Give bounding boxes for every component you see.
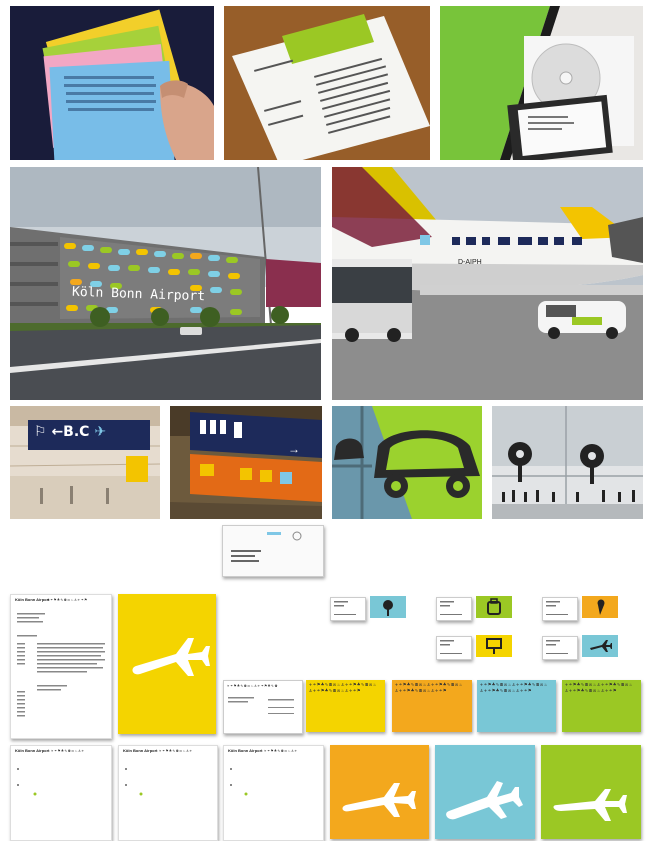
- postcard-icon-row: ✈☂⚑♣✎☎✉♨⚓✈☂⚑♣✎☎✉♨ ⚓✈☂⚑♣✎☎✉♨⚓✈☂⚑: [309, 682, 378, 694]
- tree-icon-sticker: [370, 596, 406, 618]
- photo-terminal-sign: ⚐ ←B.C ✈: [10, 406, 160, 519]
- terminal-sign-text: ⚐ ←B.C ✈: [34, 424, 106, 440]
- yellow-poster: [118, 594, 216, 734]
- photo-glass-car-graphic: [332, 406, 482, 519]
- aircraft-registration: D-AIPH: [458, 259, 482, 266]
- sheet-white-1: Köln Bonn Airport ✈☂⚑♣✎☎✉♨⚓✈: [10, 745, 112, 841]
- postcard-blue: ✈☂⚑♣✎☎✉♨⚓✈☂⚑♣✎☎✉♨ ⚓✈☂⚑♣✎☎✉♨⚓✈☂⚑: [477, 680, 556, 732]
- poster-green: [541, 745, 641, 839]
- photo-wayfinding-panels: →: [170, 406, 322, 519]
- photo-parking-garage-facade: Köln Bonn Airport: [10, 167, 321, 400]
- letterhead: Köln Bonn Airport ✈☂⚑♣✎☎✉♨⚓✈☂⚑: [10, 594, 112, 739]
- sheet-brand: Köln Bonn Airport: [123, 748, 158, 753]
- poster-orange: [330, 745, 429, 839]
- postcard-yellow: ✈☂⚑♣✎☎✉♨⚓✈☂⚑♣✎☎✉♨ ⚓✈☂⚑♣✎☎✉♨⚓✈☂⚑: [306, 680, 385, 732]
- postcard-icon-row: ✈☂⚑♣✎☎✉♨⚓✈☂⚑♣✎☎✉♨ ⚓✈☂⚑♣✎☎✉♨⚓✈☂⚑: [480, 682, 549, 694]
- postcard-white: ✈☂⚑♣✎☎✉♨⚓✈☂⚑♣✎☎: [223, 680, 303, 734]
- postcard-icon-row: ✈☂⚑♣✎☎✉♨⚓✈☂⚑♣✎☎✉♨ ⚓✈☂⚑♣✎☎✉♨⚓✈☂⚑: [565, 682, 634, 694]
- business-card-4: [436, 636, 472, 660]
- business-card-3: [542, 597, 578, 621]
- sheet-brand: Köln Bonn Airport: [228, 748, 263, 753]
- postcard-icon-row: ✈☂⚑♣✎☎✉♨⚓✈☂⚑♣✎☎✉♨ ⚓✈☂⚑♣✎☎✉♨⚓✈☂⚑: [395, 682, 464, 694]
- luggage-icon-sticker: [476, 596, 512, 618]
- plane-icon: [132, 638, 210, 676]
- arrow-right-icon: →: [288, 442, 300, 456]
- sheet-icon-row: ✈☂⚑♣✎☎✉♨⚓✈: [159, 748, 194, 753]
- postcard-orange: ✈☂⚑♣✎☎✉♨⚓✈☂⚑♣✎☎✉♨ ⚓✈☂⚑♣✎☎✉♨⚓✈☂⚑: [392, 680, 472, 732]
- postcard-green: ✈☂⚑♣✎☎✉♨⚓✈☂⚑♣✎☎✉♨ ⚓✈☂⚑♣✎☎✉♨⚓✈☂⚑: [562, 680, 641, 732]
- sheet-brand: Köln Bonn Airport: [15, 748, 50, 753]
- business-card-1: [330, 597, 366, 621]
- signpost-icon-sticker: [476, 635, 512, 657]
- photo-aircraft-on-apron: D-AIPH: [332, 167, 643, 400]
- plane-icon: [446, 781, 523, 820]
- envelope: [222, 525, 324, 577]
- postcard-icon-row: ✈☂⚑♣✎☎✉♨⚓✈☂⚑♣✎☎: [227, 683, 279, 688]
- photo-tree-icons-on-glass: [492, 406, 643, 519]
- business-card-2: [436, 597, 472, 621]
- plane-icon: [553, 789, 627, 821]
- signpost-icon: ⚐: [34, 424, 47, 440]
- arrow-left-icon: ←: [51, 424, 64, 440]
- sheet-icon-row: ✈☂⚑♣✎☎✉♨⚓✈: [264, 748, 299, 753]
- business-card-5: [542, 636, 578, 660]
- terminal-sign-label: B.C: [63, 424, 90, 440]
- sheet-white-2: Köln Bonn Airport ✈☂⚑♣✎☎✉♨⚓✈: [118, 745, 218, 841]
- photo-cd-folder: [440, 6, 643, 160]
- sheet-white-3: Köln Bonn Airport ✈☂⚑♣✎☎✉♨⚓✈: [223, 745, 324, 841]
- plane-icon: ✈: [94, 424, 107, 440]
- photo-postcards-in-hand: [10, 6, 214, 160]
- poster-blue: [435, 745, 535, 839]
- ice-cream-icon-sticker: [582, 596, 618, 618]
- plane-icon-sticker: [582, 635, 618, 657]
- sheet-icon-row: ✈☂⚑♣✎☎✉♨⚓✈: [51, 748, 86, 753]
- plane-icon: [342, 783, 416, 817]
- photo-letter-sheet: [224, 6, 430, 160]
